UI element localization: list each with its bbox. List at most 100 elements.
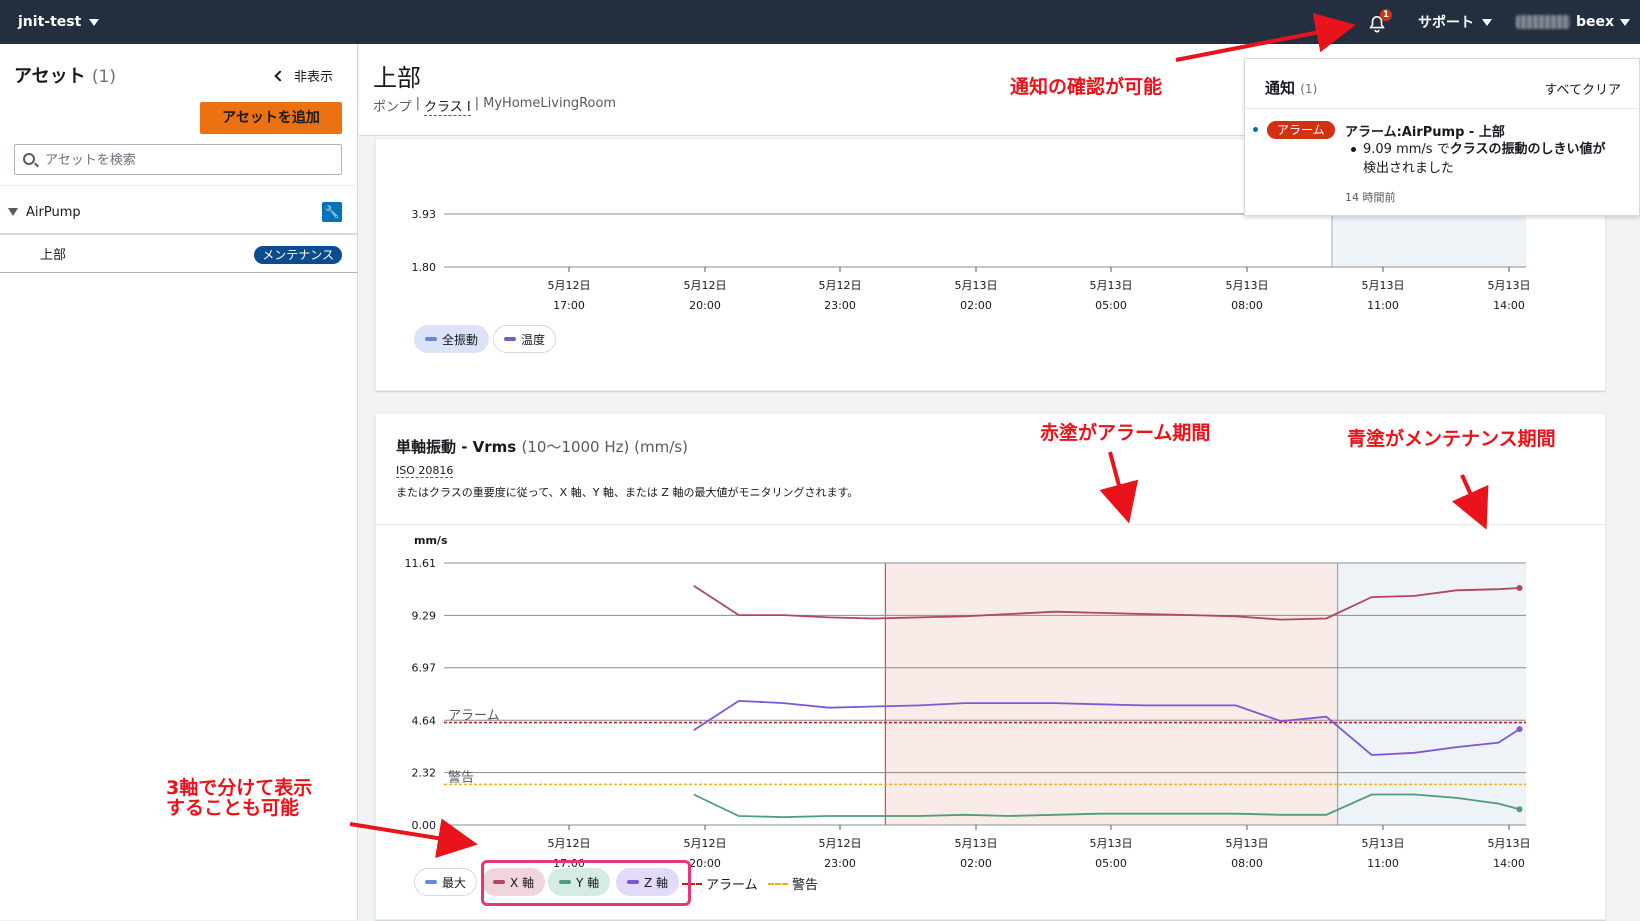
- add-asset-button[interactable]: アセットを追加: [200, 102, 342, 134]
- x-tick-label-time: 14:00: [1493, 857, 1525, 870]
- x-tick-label-date: 5月12日: [548, 279, 591, 292]
- x-tick-label-time: 05:00: [1095, 299, 1127, 312]
- wrench-icon[interactable]: 🔧: [322, 202, 342, 222]
- legend-label: 温度: [521, 332, 546, 347]
- sidebar-title: アセット (1): [14, 62, 116, 88]
- redacted-username: [1515, 15, 1570, 29]
- x-tick-label-date: 5月12日: [684, 837, 727, 850]
- x-tick-label-time: 02:00: [960, 299, 992, 312]
- tree-node-airpump[interactable]: AirPump 🔧: [0, 192, 358, 232]
- notification-timestamp: 14 時間前: [1345, 191, 1396, 204]
- legend-swatch: [425, 337, 437, 341]
- x-tick-label-time: 23:00: [824, 857, 856, 870]
- legend-chip-overall[interactable]: 全振動: [414, 325, 490, 353]
- annotation-notification: 通知の確認が可能: [1010, 76, 1163, 98]
- series-endpoint: [1516, 585, 1523, 592]
- x-tick-label-time: 08:00: [1231, 299, 1263, 312]
- x-tick-label-date: 5月13日: [1488, 279, 1531, 292]
- y-tick-label: 0.00: [412, 819, 437, 832]
- legend-label: 最大: [442, 875, 467, 890]
- notification-count: (1): [1300, 82, 1318, 96]
- x-tick-label-time: 20:00: [689, 857, 721, 870]
- x-tick-label-date: 5月12日: [819, 837, 862, 850]
- annotation-line: 3軸で分けて表示: [166, 777, 313, 799]
- x-tick-label-date: 5月12日: [684, 279, 727, 292]
- clear-all-button[interactable]: すべてクリア: [1544, 79, 1621, 98]
- caret-down-icon[interactable]: [8, 208, 18, 216]
- asset-search-input[interactable]: [45, 149, 335, 171]
- unread-dot: [1253, 127, 1258, 132]
- x-tick-label-time: 05:00: [1095, 857, 1127, 870]
- y-tick-label: 2.32: [412, 767, 437, 780]
- x-tick-label-date: 5月13日: [1090, 279, 1133, 292]
- tree-node-upper[interactable]: 上部 メンテナンス: [0, 233, 358, 273]
- notifications-button[interactable]: 1: [1366, 9, 1392, 33]
- x-tick-label-date: 5月13日: [1090, 837, 1133, 850]
- single-axis-vibration-chart: mm/s 11.61 9.29 6.97 4.64 2.32 0.00 アラーム警告 5月12日…: [405, 534, 1531, 870]
- legend-alarm-threshold: アラーム: [682, 874, 758, 893]
- breadcrumb-class-link[interactable]: クラス I: [424, 96, 471, 116]
- support-label: サポート: [1417, 15, 1474, 31]
- annotation-three-axis: 3軸で分けて表示 することも可能: [166, 778, 312, 818]
- legend-label: 警告: [792, 878, 819, 893]
- username-label: beex: [1575, 14, 1614, 30]
- legend-chip-max[interactable]: 最大: [414, 868, 478, 896]
- sidebar-title-text: アセット: [14, 66, 86, 87]
- x-tick-label-date: 5月13日: [1226, 837, 1269, 850]
- project-selector[interactable]: jnit-test: [18, 14, 100, 30]
- highlight-box: [481, 860, 691, 906]
- x-tick-label-time: 02:00: [960, 857, 992, 870]
- chevron-down-icon: [1481, 18, 1492, 26]
- notification-item-body: 9.09 mm/s でクラスの振動のしきい値が 検出されました: [1351, 140, 1633, 178]
- chevron-down-icon: [89, 18, 100, 26]
- legend-swatch: [504, 337, 516, 341]
- legend-swatch: [425, 880, 437, 884]
- notification-text: クラスの振動のしきい値が: [1449, 142, 1606, 157]
- y-axis-label: mm/s: [414, 534, 448, 547]
- chevron-left-icon: [274, 69, 286, 82]
- project-name: jnit-test: [18, 14, 82, 30]
- notification-text-line2: 検出されました: [1363, 161, 1455, 176]
- annotation-maintenance-period: 青塗がメンテナンス期間: [1347, 428, 1556, 450]
- x-tick-label-time: 11:00: [1367, 299, 1399, 312]
- legend-swatch: [768, 882, 788, 885]
- x-tick-label-date: 5月13日: [1362, 279, 1405, 292]
- notification-count-badge: 1: [1379, 9, 1392, 21]
- y-tick-label: 1.80: [412, 261, 437, 274]
- warning-threshold-label: 警告: [448, 769, 474, 785]
- annotation-line: することも可能: [166, 797, 300, 819]
- notification-title-text: 通知: [1265, 79, 1296, 97]
- alarm-badge: アラーム: [1267, 121, 1335, 139]
- x-tick-label-date: 5月13日: [1488, 837, 1531, 850]
- x-tick-label-time: 17:00: [553, 299, 585, 312]
- alarm-threshold-label: アラーム: [448, 709, 500, 724]
- y-tick-label: 3.93: [412, 208, 437, 221]
- search-icon: [23, 153, 35, 165]
- x-tick-label-time: 11:00: [1367, 857, 1399, 870]
- x-tick-label-time: 20:00: [689, 299, 721, 312]
- top-navigation-bar: jnit-test 1 サポート beex: [0, 0, 1640, 44]
- maintenance-badge: メンテナンス: [254, 246, 342, 264]
- hide-sidebar-link[interactable]: 非表示: [274, 66, 334, 85]
- notification-item-title[interactable]: アラーム:AirPump - 上部: [1345, 121, 1505, 140]
- user-menu[interactable]: beex: [1515, 14, 1630, 30]
- single-axis-vibration-card: 単軸振動 - Vrms (10〜1000 Hz) (mm/s) ISO 2081…: [375, 413, 1607, 920]
- legend-label: アラーム: [706, 878, 758, 893]
- legend-label: 全振動: [442, 332, 479, 347]
- alarm-region: [885, 563, 1338, 825]
- x-tick-label-date: 5月12日: [548, 837, 591, 850]
- tree-node-label: 上部: [40, 248, 67, 263]
- x-tick-label-date: 5月12日: [819, 279, 862, 292]
- y-tick-label: 6.97: [412, 662, 437, 675]
- breadcrumb-separator: |: [415, 96, 421, 111]
- legend-chip-temperature[interactable]: 温度: [493, 325, 557, 353]
- breadcrumb: ポンプ | クラス I | MyHomeLivingRoom: [373, 96, 616, 116]
- legend-warning-threshold: 警告: [768, 874, 818, 893]
- x-tick-label-time: 23:00: [824, 299, 856, 312]
- asset-search-box: [14, 144, 342, 175]
- y-tick-label: 11.61: [405, 557, 437, 570]
- notification-title: 通知 (1): [1265, 77, 1317, 98]
- hide-label: 非表示: [294, 70, 334, 85]
- chevron-down-icon: [1620, 18, 1630, 26]
- support-menu[interactable]: サポート: [1418, 12, 1492, 32]
